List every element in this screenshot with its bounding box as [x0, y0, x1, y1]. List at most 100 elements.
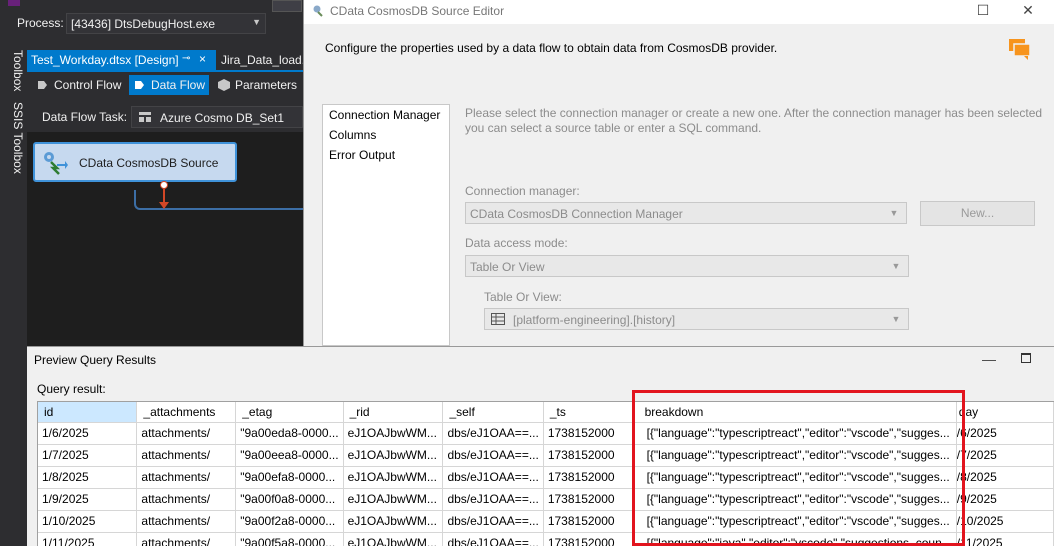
data-flow-task-dropdown[interactable]: Azure Cosmo DB_Set1 [131, 106, 303, 128]
tab-control-flow-label: Control Flow [54, 78, 122, 92]
column-header-id[interactable]: id [38, 402, 138, 423]
cell-day: /6/2025 [956, 422, 1054, 445]
column-header-day[interactable]: day [956, 402, 1054, 423]
output-connector-handle[interactable] [160, 181, 168, 189]
cell-id: 1/11/2025 [38, 532, 138, 546]
cdata-cosmosdb-source-component[interactable]: CData CosmosDB Source [33, 142, 237, 182]
cell-attachments: attachments/ [136, 488, 237, 511]
tab-test-workday[interactable]: Test_Workday.dtsx [Design] ⊸ × [27, 50, 216, 70]
preview-title: Preview Query Results [34, 353, 157, 367]
data-flow-icon [135, 81, 144, 89]
cell-etag: "9a00f0a8-0000... [235, 488, 344, 511]
dialog-nav-list: Connection Manager Columns Error Output [322, 104, 450, 346]
cell-attachments: attachments/ [136, 444, 237, 467]
cell-etag: "9a00eea8-0000... [235, 444, 344, 467]
cell-self: dbs/eJ1OAA==... [442, 510, 544, 533]
process-value: [43436] DtsDebugHost.exe [71, 17, 216, 31]
table-row[interactable]: 1/11/2025 attachments/ "9a00f5a8-0000...… [38, 532, 1054, 546]
table-or-view-value: [platform-engineering].[history] [513, 313, 676, 327]
cell-attachments: attachments/ [136, 532, 237, 546]
cell-breakdown: [{"language":"typescriptreact","editor":… [634, 444, 957, 467]
cdata-app-icon [313, 5, 323, 17]
cell-ts: 1738152000 [543, 444, 635, 467]
cell-ts: 1738152000 [543, 532, 635, 546]
tab-data-flow[interactable]: Data Flow [129, 75, 210, 95]
cell-breakdown: [{"language":"typescriptreact","editor":… [634, 422, 957, 445]
data-access-mode-dropdown[interactable]: Table Or View ▼ [465, 255, 909, 277]
close-icon[interactable]: × [199, 52, 206, 66]
cell-day: /9/2025 [956, 488, 1054, 511]
cell-ts: 1738152000 [543, 422, 635, 445]
nav-item-error-output[interactable]: Error Output [323, 145, 449, 165]
column-header-breakdown[interactable]: breakdown [634, 402, 957, 423]
cell-breakdown: [{"language":"typescriptreact","editor":… [634, 488, 957, 511]
table-row[interactable]: 1/8/2025 attachments/ "9a00efa8-0000... … [38, 466, 1054, 489]
column-header-self[interactable]: _self [442, 402, 544, 423]
cell-etag: "9a00f5a8-0000... [235, 532, 344, 546]
cell-breakdown: [{"language":"java","editor":"vscode","s… [634, 532, 957, 546]
ssis-toolbox-side-tab[interactable]: SSIS Toolbox [3, 102, 25, 174]
table-row[interactable]: 1/6/2025 attachments/ "9a00eda8-0000... … [38, 422, 1054, 445]
cell-etag: "9a00eda8-0000... [235, 422, 344, 445]
process-dropdown[interactable]: [43436] DtsDebugHost.exe ▼ [66, 13, 266, 34]
data-flow-task-label: Data Flow Task: [42, 110, 128, 124]
cell-rid: eJ1OAJbwWM... [343, 444, 444, 467]
toolbar-combo-stub[interactable] [272, 0, 302, 12]
nav-item-connection-manager[interactable]: Connection Manager [323, 105, 449, 125]
side-tool-strip: Toolbox SSIS Toolbox [0, 46, 25, 546]
table-or-view-dropdown[interactable]: [platform-engineering].[history] ▼ [484, 308, 909, 330]
cell-rid: eJ1OAJbwWM... [343, 488, 444, 511]
connection-manager-dropdown[interactable]: CData CosmosDB Connection Manager ▼ [465, 202, 907, 224]
cell-etag: "9a00efa8-0000... [235, 466, 344, 489]
data-flow-task-value: Azure Cosmo DB_Set1 [160, 111, 285, 125]
source-component-label: CData CosmosDB Source [79, 156, 219, 170]
connection-manager-label: Connection manager: [465, 184, 580, 198]
cell-attachments: attachments/ [136, 466, 237, 489]
cell-etag: "9a00f2a8-0000... [235, 510, 344, 533]
column-header-ts[interactable]: _ts [543, 402, 635, 423]
new-connection-button[interactable]: New... [920, 201, 1035, 226]
cell-attachments: attachments/ [136, 510, 237, 533]
table-row[interactable]: 1/10/2025 attachments/ "9a00f2a8-0000...… [38, 510, 1054, 533]
designer-tabs: Control Flow Data Flow Parameters [27, 72, 303, 99]
cell-self: dbs/eJ1OAA==... [442, 466, 544, 489]
help-chat-icon[interactable] [1008, 38, 1032, 60]
control-flow-icon [38, 81, 47, 89]
cell-attachments: attachments/ [136, 422, 237, 445]
cell-id: 1/8/2025 [38, 466, 138, 489]
tab-control-flow[interactable]: Control Flow [32, 75, 125, 95]
process-label: Process: [17, 16, 64, 30]
cell-rid: eJ1OAJbwWM... [343, 510, 444, 533]
cell-day: /11/2025 [956, 532, 1054, 546]
tab-jira-data-load[interactable]: Jira_Data_load.d [219, 50, 303, 70]
data-access-mode-label: Data access mode: [465, 236, 568, 250]
maximize-icon[interactable]: ☐ [971, 2, 995, 19]
column-header-etag[interactable]: _etag [235, 402, 344, 423]
column-header-rid[interactable]: _rid [343, 402, 444, 423]
table-row[interactable]: 1/7/2025 attachments/ "9a00eea8-0000... … [38, 444, 1054, 467]
cell-self: dbs/eJ1OAA==... [442, 488, 544, 511]
cell-id: 1/10/2025 [38, 510, 138, 533]
error-output-arrow-icon [159, 202, 169, 209]
table-or-view-label: Table Or View: [484, 290, 562, 304]
toolbox-side-tab[interactable]: Toolbox [3, 50, 25, 91]
connection-manager-page: Please select the connection manager or … [465, 104, 1045, 346]
tab-parameters[interactable]: Parameters [213, 75, 301, 95]
cell-id: 1/6/2025 [38, 422, 138, 445]
column-header-attachments[interactable]: _attachments [136, 402, 237, 423]
nav-item-columns[interactable]: Columns [323, 125, 449, 145]
debug-toolbar: Process: [43436] DtsDebugHost.exe ▼ [0, 0, 303, 46]
minimize-icon[interactable]: — [982, 351, 996, 367]
maximize-icon[interactable] [1021, 353, 1031, 363]
cell-day: /7/2025 [956, 444, 1054, 467]
cell-id: 1/9/2025 [38, 488, 138, 511]
query-results-grid[interactable]: id _attachments _etag _rid _self _ts bre… [37, 401, 1054, 546]
data-flow-canvas[interactable]: CData CosmosDB Source [27, 132, 304, 346]
pin-icon[interactable]: ⊸ [182, 53, 190, 64]
table-row[interactable]: 1/9/2025 attachments/ "9a00f0a8-0000... … [38, 488, 1054, 511]
cell-breakdown: [{"language":"typescriptreact","editor":… [634, 466, 957, 489]
cosmosdb-source-icon [44, 152, 68, 175]
close-icon[interactable]: ✕ [1016, 2, 1040, 19]
hint-line-1: Please select the connection manager or … [465, 106, 1043, 120]
chevron-down-icon: ▼ [252, 17, 261, 27]
